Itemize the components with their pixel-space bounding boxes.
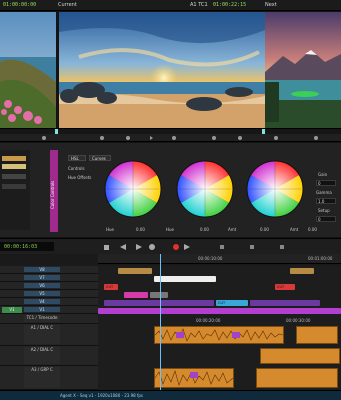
color-controls-tab[interactable]: Color Controls: [50, 150, 58, 232]
playhead[interactable]: [160, 254, 161, 390]
timeline-clip[interactable]: CUT: [275, 284, 295, 290]
wheel-values-row: Hue 0.00 Hue 0.00 Amt 0.00 Amt 0.00: [100, 226, 340, 234]
track-name: A3 / GRP C: [24, 367, 60, 388]
setup-field[interactable]: 0: [316, 216, 336, 222]
track-header-v1[interactable]: V1 V1: [0, 306, 98, 314]
timecode-track: 00:00:20:00 00:00:30:00: [98, 318, 341, 324]
audio-clip[interactable]: [256, 368, 338, 388]
ruler-mark: 00:01:00:00: [308, 256, 333, 261]
gamma-field[interactable]: 1.0: [316, 198, 336, 204]
status-bar: Agent X - Seq v1 - 1920x1080 - 23.98 fps: [0, 390, 341, 400]
track-header-v5[interactable]: V5: [0, 290, 98, 298]
track-name: V5: [24, 291, 60, 296]
track-header-a1[interactable]: A1 / DIAL C: [0, 324, 98, 346]
option-hue-offsets[interactable]: Hue Offsets: [68, 175, 91, 180]
timeline-clip[interactable]: CUT: [104, 284, 118, 290]
color-wheel-highlights[interactable]: [245, 159, 305, 219]
timeline-clip[interactable]: [98, 308, 341, 314]
midtones-hue-value[interactable]: 0.00: [200, 227, 209, 232]
gain-label: Gain: [318, 172, 328, 177]
ruler-mark: 00:00:20:00: [196, 318, 221, 323]
v1-source-patch[interactable]: V1: [2, 307, 22, 313]
audio-marker[interactable]: [176, 332, 184, 338]
previous-clip-viewer[interactable]: [0, 12, 56, 128]
track-name: A1 / DIAL C: [24, 325, 60, 344]
timeline-clip[interactable]: [290, 268, 314, 274]
color-wheel-shadows[interactable]: [103, 159, 163, 219]
highlights-hue-value[interactable]: 0.00: [260, 227, 269, 232]
track-name: TC1 / Timecode: [24, 315, 60, 322]
track-name: V1: [24, 307, 60, 312]
tab-hsl[interactable]: HSL: [68, 155, 86, 161]
ruler-mark: 00:00:10:00: [198, 256, 223, 261]
track-header-a2[interactable]: A2 / DIAL C: [0, 346, 98, 366]
timeline-clip[interactable]: [118, 268, 152, 274]
track-header-v8[interactable]: V8: [0, 266, 98, 274]
timeline-clip[interactable]: [104, 300, 214, 306]
timecode-display: 00:00:16:03: [0, 242, 54, 251]
timeline-clip[interactable]: [154, 276, 216, 282]
transport-bar: 00:00:16:03: [0, 238, 341, 254]
track-header-v4[interactable]: V4: [0, 298, 98, 306]
viewer-header: 01:00:00:00 Current 01:00:22:15 A1 TC1 N…: [0, 0, 341, 11]
setup-label: Setup: [318, 208, 330, 213]
record-timecode: 01:00:22:15: [213, 2, 247, 8]
highlights-amount-label: Amt: [290, 227, 299, 232]
track-name: A2 / DIAL C: [24, 347, 60, 364]
audio-clip[interactable]: [260, 348, 340, 364]
next-label[interactable]: Next: [265, 2, 277, 8]
next-clip-viewer[interactable]: [265, 12, 341, 128]
audio-marker[interactable]: [232, 332, 240, 338]
tool-slot[interactable]: [2, 156, 26, 161]
source-label[interactable]: Current: [58, 2, 77, 8]
midtones-hue-label: Hue: [166, 227, 175, 232]
tool-slot[interactable]: [2, 164, 26, 169]
color-wheel-midtones[interactable]: [175, 159, 235, 219]
source-timecode: 01:00:00:00: [3, 2, 37, 8]
gamma-label: Gamma: [316, 190, 332, 195]
option-controls[interactable]: Controls: [68, 166, 85, 171]
highlights-amount-value[interactable]: 0.00: [308, 227, 317, 232]
status-text: Agent X - Seq v1 - 1920x1080 - 23.98 fps: [60, 393, 144, 398]
current-frame-viewer[interactable]: [59, 12, 265, 128]
shadows-hue-value[interactable]: 0.00: [136, 227, 145, 232]
tool-slot[interactable]: [2, 174, 26, 179]
track-header-v6[interactable]: V6: [0, 282, 98, 290]
audio-clip[interactable]: [296, 326, 338, 344]
tool-list: [0, 150, 30, 230]
track-name: V7: [24, 275, 60, 280]
record-track-label[interactable]: A1 TC1: [190, 2, 208, 8]
viewer-controls: [0, 128, 341, 142]
timeline-clip[interactable]: [124, 292, 148, 298]
gain-field[interactable]: 0: [316, 180, 336, 186]
color-controls-tab-label: Color Controls: [50, 180, 55, 210]
track-header-a3[interactable]: A3 / GRP C: [0, 366, 98, 390]
audio-clip[interactable]: [154, 326, 284, 344]
track-name: V8: [24, 267, 60, 272]
audio-marker[interactable]: [190, 372, 198, 378]
timeline-ruler[interactable]: 00:00:10:00 00:01:00:00: [98, 254, 341, 264]
tool-slot[interactable]: [2, 184, 26, 189]
ruler-mark: 00:00:30:00: [286, 318, 311, 323]
audio-clip[interactable]: [154, 368, 234, 388]
shadows-hue-label: Hue: [106, 227, 115, 232]
timeline-clip[interactable]: CUT: [216, 300, 248, 306]
timeline-clip[interactable]: [250, 300, 320, 306]
track-name: V6: [24, 283, 60, 288]
midtones-amount-label: Amt: [228, 227, 237, 232]
timeline-clip[interactable]: [150, 292, 168, 298]
track-name: V4: [24, 299, 60, 304]
track-header-timecode[interactable]: TC1 / Timecode: [0, 314, 98, 324]
timecode-display-value: 00:00:16:03: [4, 244, 38, 250]
track-header-v7[interactable]: V7: [0, 274, 98, 282]
